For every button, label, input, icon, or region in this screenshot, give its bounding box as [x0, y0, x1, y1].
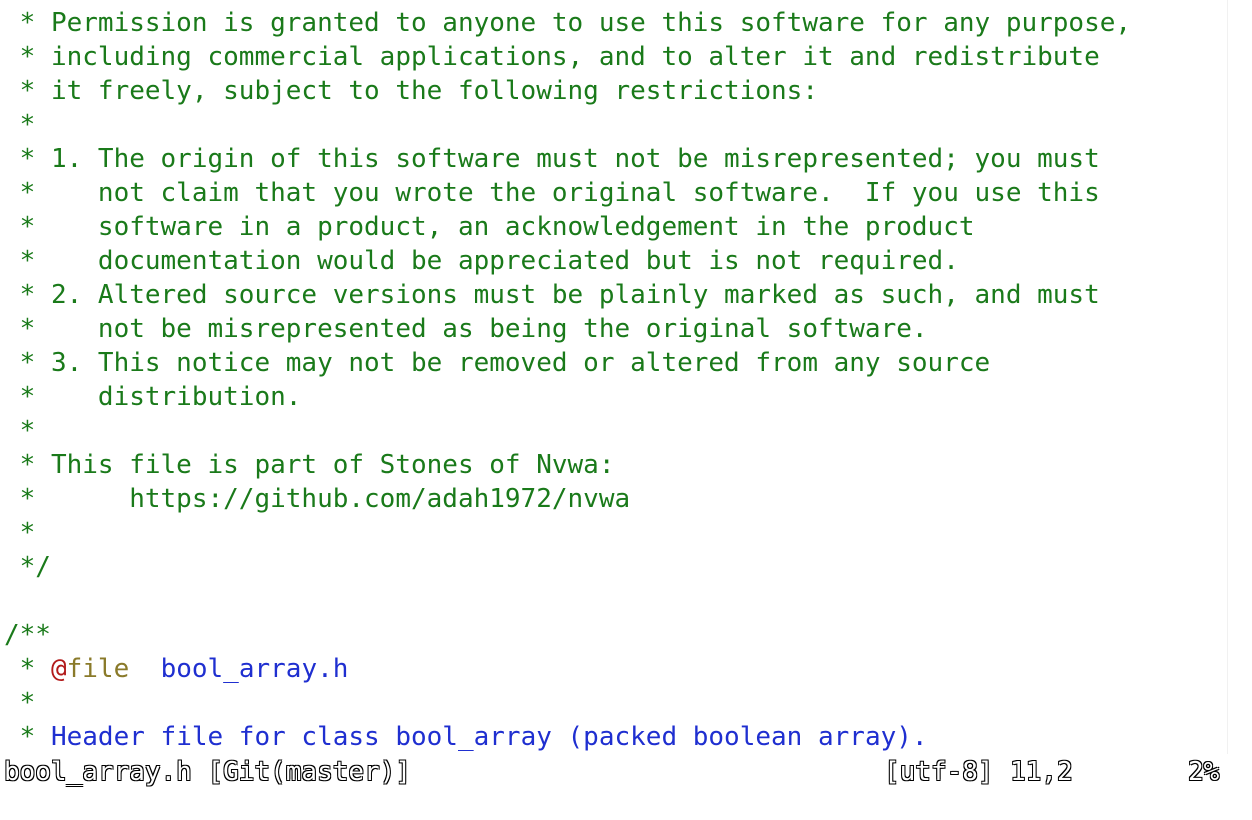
status-cursor-position: 11,2: [1010, 757, 1073, 787]
status-scroll-percent: 2%: [1188, 757, 1220, 787]
doc-at-sign: @: [50, 654, 67, 684]
doc-prefix: *: [4, 654, 51, 684]
code-line-11[interactable]: * 3. This notice may not be removed or a…: [4, 346, 991, 380]
doc-file-keyword: file: [66, 654, 130, 684]
code-line-13[interactable]: *: [4, 414, 36, 448]
code-line-4[interactable]: *: [4, 108, 36, 142]
code-line-16[interactable]: *: [4, 516, 36, 550]
doc-desc-prefix: *: [4, 722, 51, 752]
code-line-7[interactable]: * software in a product, an acknowledgem…: [4, 210, 975, 244]
code-line-15[interactable]: * https://github.com/adah1972/nvwa: [4, 482, 631, 516]
code-line-12[interactable]: * distribution.: [4, 380, 302, 414]
code-line-3[interactable]: * it freely, subject to the following re…: [4, 74, 818, 108]
doc-file-value: bool_array.h: [160, 654, 349, 684]
editor-pane[interactable]: * Permission is granted to anyone to use…: [0, 0, 1240, 754]
status-encoding: [utf-8]: [884, 757, 994, 787]
code-line-5[interactable]: * 1. The origin of this software must no…: [4, 142, 1100, 176]
code-line-8[interactable]: * documentation would be appreciated but…: [4, 244, 959, 278]
doc-description: Header file for class bool_array (packed…: [50, 722, 928, 752]
code-line-22[interactable]: * Header file for class bool_array (pack…: [4, 720, 928, 754]
code-line-19[interactable]: /**: [4, 618, 51, 652]
code-line-2[interactable]: * including commercial applications, and…: [4, 40, 1100, 74]
vertical-scrollbar[interactable]: [1227, 0, 1240, 754]
code-line-14[interactable]: * This file is part of Stones of Nvwa:: [4, 448, 615, 482]
status-filename: bool_array.h [Git(master)]: [4, 757, 411, 787]
code-line-17[interactable]: */: [4, 550, 51, 584]
code-line-20[interactable]: * @file bool_array.h: [4, 652, 349, 686]
code-line-10[interactable]: * not be misrepresented as being the ori…: [4, 312, 928, 346]
code-line-21[interactable]: *: [4, 686, 36, 720]
code-line-9[interactable]: * 2. Altered source versions must be pla…: [4, 278, 1100, 312]
status-line: bool_array.h [Git(master)] [utf-8] 11,2 …: [0, 754, 1252, 790]
code-line-6[interactable]: * not claim that you wrote the original …: [4, 176, 1100, 210]
doc-gap: [129, 654, 160, 684]
code-line-1[interactable]: * Permission is granted to anyone to use…: [4, 6, 1131, 40]
